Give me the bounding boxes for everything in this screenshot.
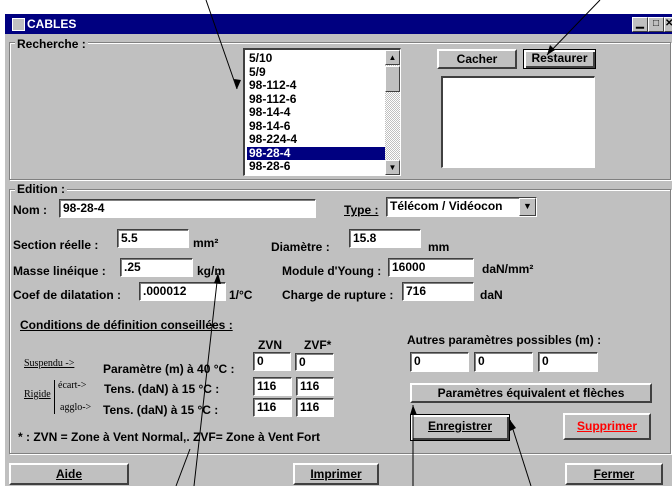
arrow-to-restore — [546, 0, 601, 56]
arrow-to-save-right — [509, 419, 532, 486]
arrow-to-list — [205, 0, 238, 90]
annotation-arrows — [175, 0, 601, 486]
arrow-bottom-left — [175, 448, 191, 486]
arrow-from-mass — [193, 272, 219, 486]
